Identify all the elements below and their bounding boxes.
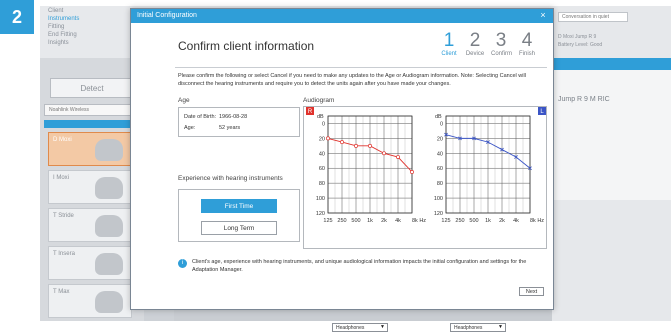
audiogram-label: Audiogram [303,97,335,104]
step-number-badge: 2 [0,0,34,34]
right-ear-badge-label: R [308,109,313,115]
right-x-tick: 4k [395,218,401,224]
right-panel: Conversation in quiet D Moxi Jump R 9 Ba… [552,6,671,321]
right-y-tick: 120 [316,211,325,217]
left-y-tick: 80 [437,181,443,187]
family-card-t-stride[interactable]: T Stride [48,208,132,242]
right-battery-note: Battery Level: Good [558,42,603,48]
right-y-tick: 20 [319,136,325,142]
instructions-text: Please confirm the following or select C… [178,73,526,87]
dialog-titlebar: Initial Configuration × [131,9,553,23]
close-icon[interactable]: × [537,10,549,21]
right-threshold-point [382,151,386,156]
age-info-box: Date of Birth: 1966-08-28 Age: 52 years [178,107,300,137]
nav-client[interactable]: Client [48,8,63,14]
first-time-button[interactable]: First Time [201,199,277,213]
step-confirm: 3 Confirm [491,30,513,58]
wizard-steps: 1 Client 2 Device 3 Confirm 4 Finish [439,30,537,58]
initial-configuration-dialog: Initial Configuration × Confirm client i… [130,8,554,332]
family-card-i-moxi[interactable]: I Moxi [48,170,132,204]
hearing-aid-icon [95,139,123,161]
age-section-label: Age [178,97,190,104]
left-y-tick: 100 [434,196,443,202]
right-toolbar [552,58,671,70]
left-y-tick: 20 [437,136,443,142]
step-client: 1 Client [441,30,457,58]
right-threshold-point [396,155,400,159]
family-card-t-insera[interactable]: T Insera [48,246,132,280]
hearing-aid-icon [95,253,123,275]
family-header [44,120,134,128]
audiogram-box: RdB 0 20 40 60 80 100 120 125 250 500 1k 2k 4k 8k Hz Ld… [303,106,547,332]
chevron-down-icon: ▼ [498,324,503,330]
left-x-tick: 125 [441,218,450,224]
step-device: 2 Device [465,30,485,58]
left-y-tick: 120 [434,211,443,217]
left-x-tick: 500 [469,218,478,224]
page-title: Confirm client information [178,39,315,53]
experience-box: First Time Long Term [178,189,300,242]
right-db-label: dB [317,114,324,120]
step-finish: 4 Finish [518,30,535,58]
hearing-aid-icon [95,177,123,199]
right-device-note: D Moxi Jump R 9 [558,34,597,40]
right-x-tick: 250 [337,218,346,224]
info-icon: i [178,259,187,268]
right-y-tick: 0 [322,121,325,127]
nav-insights[interactable]: Insights [48,40,69,46]
family-card-d-moxi[interactable]: D Moxi [48,132,132,166]
right-x-tick: 500 [351,218,360,224]
right-y-tick: 60 [319,166,325,172]
divider [175,67,547,68]
right-x-tick: 8k Hz [412,218,426,224]
age-value: 52 years [219,125,241,131]
left-x-tick: 1k [485,218,491,224]
right-y-tick: 40 [319,151,325,157]
program-select[interactable]: Conversation in quiet [558,12,628,22]
chevron-down-icon: ▼ [380,324,385,330]
next-button[interactable]: Next [519,287,544,296]
left-x-tick: 250 [455,218,464,224]
dialog-title: Initial Configuration [137,12,197,19]
left-y-tick: 40 [437,151,443,157]
right-threshold-point [340,140,344,145]
detect-button[interactable]: Detect [50,78,134,98]
right-device-title: Jump R 9 M RIC [558,96,610,103]
left-y-tick: 0 [440,121,443,127]
right-threshold-point [354,143,358,148]
left-x-tick: 8k Hz [530,218,544,224]
right-x-tick: 125 [323,218,332,224]
nav-fitting[interactable]: Fitting [48,24,64,30]
device-select[interactable]: Noahlink Wireless [44,104,134,116]
nav-instruments[interactable]: Instruments [48,16,79,22]
left-x-tick: 2k [499,218,505,224]
family-card-t-max[interactable]: T Max [48,284,132,318]
right-x-tick: 1k [367,218,373,224]
experience-label: Experience with hearing instruments [178,175,283,182]
info-text: Client's age, experience with hearing in… [192,259,527,273]
dob-label: Date of Birth: [184,114,217,120]
left-x-tick: 4k [513,218,519,224]
device-sidebar: Detect Noahlink Wireless D Moxi I Moxi T… [40,58,144,321]
right-threshold-point [368,143,372,148]
info-message: i Client's age, experience with hearing … [178,259,538,274]
hearing-aid-icon [95,291,123,313]
right-y-tick: 100 [316,196,325,202]
nav-end-fitting[interactable]: End Fitting [48,32,77,38]
right-device-panel [552,70,671,200]
right-threshold-point [326,136,330,141]
hearing-aid-icon [95,215,123,237]
age-label: Age: [184,125,196,131]
transducer-select-right[interactable]: Headphones ▼ [332,323,388,332]
right-y-tick: 80 [319,181,325,187]
dob-value: 1966-08-28 [219,114,248,120]
left-y-tick: 60 [437,166,443,172]
audiogram-charts: RdB020406080100120125 250 500 1k 2k 4k 8k HzLd… [306,107,546,224]
left-db-label: dB [435,114,442,120]
right-threshold-point [410,170,414,174]
right-x-tick: 2k [381,218,387,224]
long-term-button[interactable]: Long Term [201,221,277,235]
transducer-select-left[interactable]: Headphones ▼ [450,323,506,332]
